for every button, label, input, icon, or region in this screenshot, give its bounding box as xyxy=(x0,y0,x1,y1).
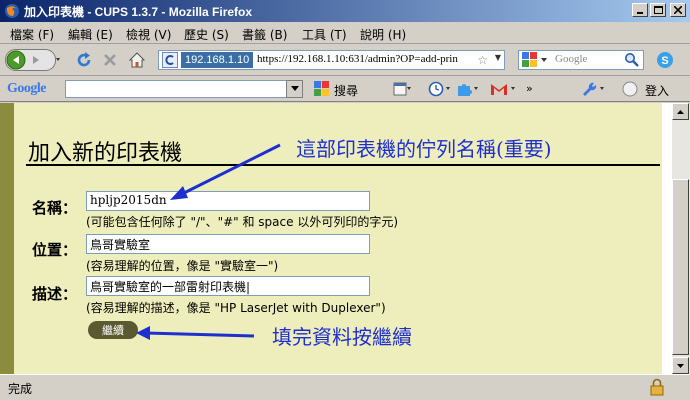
google-toolbar-search-input[interactable] xyxy=(65,80,303,98)
home-icon[interactable] xyxy=(128,51,146,69)
menu-bar: 檔案 (F) 編輯 (E) 檢視 (V) 歷史 (S) 書籤 (B) 工具 (T… xyxy=(0,22,690,44)
google-logo[interactable]: Google xyxy=(7,81,47,97)
annotation-arrows xyxy=(136,143,281,340)
address-bar[interactable]: 192.168.1.10 https://192.168.1.10:631/ad… xyxy=(158,50,505,70)
site-identity-icon[interactable] xyxy=(162,52,178,68)
status-text: 完成 xyxy=(8,382,33,396)
chevron-down-icon xyxy=(290,86,299,91)
lock-icon[interactable] xyxy=(648,378,666,396)
url-text[interactable]: https://192.168.1.10:631/admin?OP=add-pr… xyxy=(257,53,477,65)
skype-icon[interactable]: S xyxy=(656,51,674,69)
login-button[interactable]: 登入 xyxy=(645,82,669,99)
menu-bookmarks[interactable]: 書籤 (B) xyxy=(242,26,287,43)
overflow-chevron-icon[interactable]: » xyxy=(526,82,533,95)
wrench-icon[interactable] xyxy=(580,81,608,97)
search-placeholder: Google xyxy=(555,53,588,65)
url-dropdown-icon[interactable]: ▼ xyxy=(495,53,501,62)
arrow-to-name-field xyxy=(170,143,281,200)
title-bar: 加入印表機 - CUPS 1.3.7 - Mozilla Firefox xyxy=(0,0,690,22)
window-title: 加入印表機 - CUPS 1.3.7 - Mozilla Firefox xyxy=(24,5,253,19)
reload-icon[interactable] xyxy=(75,51,93,69)
status-bar: 完成 xyxy=(0,374,690,400)
maximize-button[interactable] xyxy=(650,3,666,17)
scroll-down-button[interactable] xyxy=(672,357,689,374)
gmail-icon[interactable] xyxy=(490,81,518,97)
close-button[interactable] xyxy=(670,3,686,17)
google-search-icon[interactable] xyxy=(314,81,330,97)
menu-file[interactable]: 檔案 (F) xyxy=(10,26,54,43)
search-box[interactable]: Google xyxy=(518,50,644,70)
account-icon[interactable] xyxy=(622,81,640,97)
puzzle-icon[interactable] xyxy=(456,81,482,97)
page-content: 加入新的印表機 名稱： hpljp2015dn (可能包含任何除了 "/"、"#… xyxy=(0,103,672,374)
clock-icon[interactable] xyxy=(428,81,454,97)
vertical-scrollbar[interactable] xyxy=(672,103,690,374)
scroll-up-button[interactable] xyxy=(672,103,689,120)
google-toolbar-dropdown-button[interactable] xyxy=(286,80,303,98)
menu-view[interactable]: 檢視 (V) xyxy=(126,26,171,43)
firefox-icon xyxy=(5,4,19,18)
google-toolbar: Google 搜尋 » 登入 xyxy=(0,76,690,102)
close-icon xyxy=(674,6,682,14)
arrow-up-icon xyxy=(677,109,684,114)
menu-help[interactable]: 說明 (H) xyxy=(360,26,406,43)
bookmark-star-icon[interactable]: ☆ xyxy=(477,53,488,67)
navigation-toolbar: 192.168.1.10 https://192.168.1.10:631/ad… xyxy=(0,44,690,76)
arrow-to-continue-button xyxy=(136,326,255,340)
menu-history[interactable]: 歷史 (S) xyxy=(184,26,229,43)
google-engine-icon[interactable] xyxy=(522,52,550,68)
magnifier-icon[interactable] xyxy=(624,52,640,68)
minimize-button[interactable] xyxy=(632,3,648,17)
site-identity-label[interactable]: 192.168.1.10 xyxy=(181,52,254,68)
maximize-icon xyxy=(653,6,663,14)
toolbar-options-icon[interactable] xyxy=(392,81,412,97)
stop-icon[interactable] xyxy=(101,51,119,69)
scroll-thumb[interactable] xyxy=(672,179,689,355)
arrow-down-icon xyxy=(677,363,684,368)
menu-edit[interactable]: 編輯 (E) xyxy=(68,26,113,43)
google-search-button[interactable]: 搜尋 xyxy=(334,82,358,99)
svg-text:S: S xyxy=(661,55,668,67)
menu-tools[interactable]: 工具 (T) xyxy=(302,26,347,43)
minimize-icon xyxy=(637,12,643,14)
back-forward-buttons[interactable] xyxy=(5,49,61,71)
